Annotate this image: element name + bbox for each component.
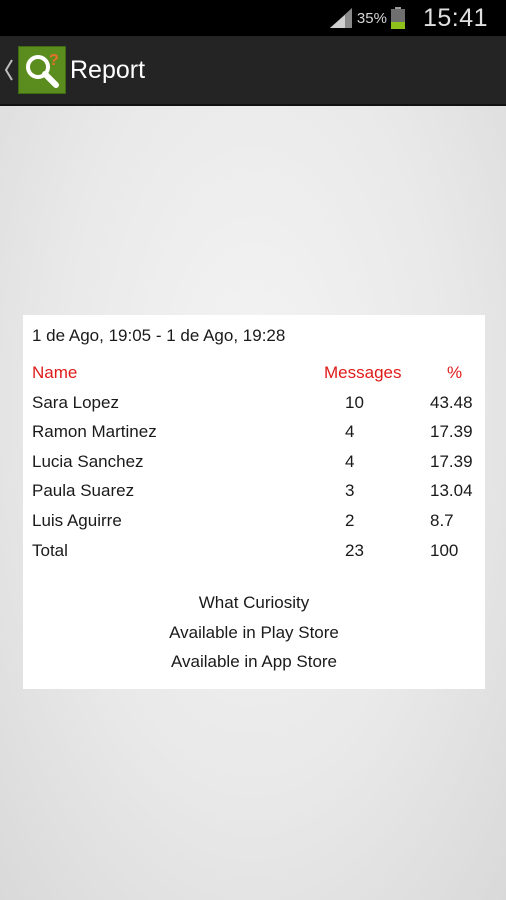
svg-text:?: ? — [49, 52, 59, 69]
cell-messages: 10 — [345, 392, 364, 412]
report-card: 1 de Ago, 19:05 - 1 de Ago, 19:28 Name M… — [23, 315, 485, 689]
back-chevron-icon[interactable] — [4, 58, 14, 82]
total-messages: 23 — [345, 540, 364, 560]
cell-messages: 4 — [345, 451, 355, 471]
cell-percent: 17.39 — [430, 451, 473, 471]
clock: 15:41 — [422, 3, 488, 32]
cell-messages: 3 — [345, 481, 355, 501]
cell-messages: 2 — [345, 510, 355, 530]
header-messages: Messages — [324, 363, 402, 382]
table-header-row: Name Messages % — [32, 363, 482, 393]
header-percent: % — [447, 363, 463, 382]
total-label: Total — [32, 540, 68, 560]
cell-name: Paula Suarez — [32, 481, 135, 501]
report-table: Name Messages % Sara Lopez 10 43.48 Ramo… — [32, 363, 482, 570]
header-name: Name — [32, 363, 78, 382]
table-row: Ramon Martinez 4 17.39 — [32, 422, 482, 452]
page-title: Report — [70, 56, 146, 84]
cell-percent: 43.48 — [430, 392, 473, 412]
battery-icon — [390, 7, 405, 29]
total-percent: 100 — [430, 540, 459, 560]
cell-name: Ramon Martinez — [32, 422, 157, 442]
cell-percent: 17.39 — [430, 422, 473, 442]
footer-play-store: Available in Play Store — [169, 622, 339, 642]
cell-percent: 13.04 — [430, 481, 473, 501]
table-row: Sara Lopez 10 43.48 — [32, 393, 482, 423]
cell-percent: 8.7 — [430, 510, 454, 530]
table-total-row: Total 23 100 — [32, 541, 482, 571]
cell-name: Sara Lopez — [32, 392, 119, 412]
status-icons: 35% 15:41 — [329, 0, 488, 36]
date-range: 1 de Ago, 19:05 - 1 de Ago, 19:28 — [32, 326, 286, 345]
status-bar: 35% 15:41 — [0, 0, 506, 36]
battery-percent: 35% — [356, 9, 387, 27]
table-row: Paula Suarez 3 13.04 — [32, 481, 482, 511]
app-logo-icon[interactable]: ? — [18, 46, 66, 94]
cell-name: Luis Aguirre — [32, 510, 122, 530]
report-footer: What Curiosity Available in Play Store A… — [23, 593, 485, 682]
action-bar: ? Report — [0, 36, 506, 106]
table-row: Luis Aguirre 2 8.7 — [32, 511, 482, 541]
cell-name: Lucia Sanchez — [32, 451, 144, 471]
footer-app-name: What Curiosity — [198, 593, 310, 612]
cell-messages: 4 — [345, 422, 355, 442]
table-row: Lucia Sanchez 4 17.39 — [32, 452, 482, 482]
footer-app-store: Available in App Store — [170, 652, 338, 672]
signal-icon — [329, 8, 352, 28]
